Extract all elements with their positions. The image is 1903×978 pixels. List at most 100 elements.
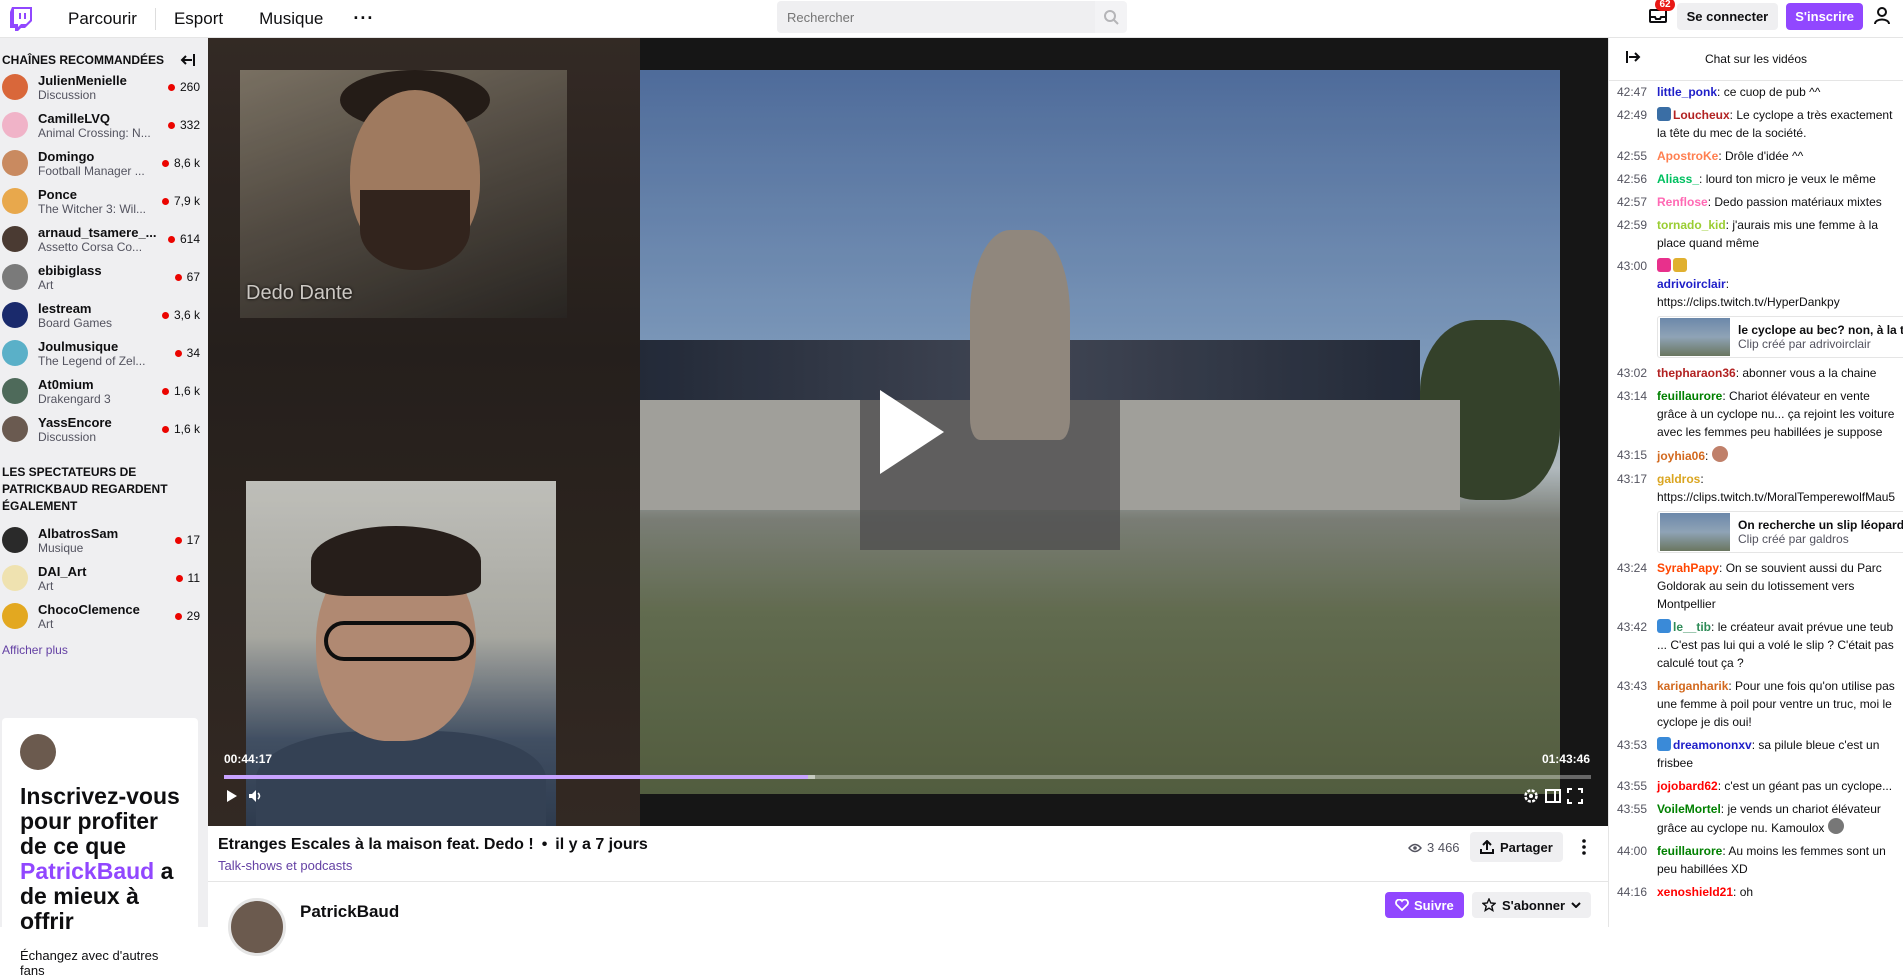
chat-timestamp: 43:02 bbox=[1617, 366, 1648, 380]
theatre-mode-icon[interactable] bbox=[1543, 786, 1563, 806]
chat-username[interactable]: thepharaon36 bbox=[1657, 366, 1736, 380]
fullscreen-icon[interactable] bbox=[1565, 786, 1585, 806]
chat-badge-icon bbox=[1673, 258, 1687, 272]
chat-username[interactable]: SyrahPapy bbox=[1657, 561, 1719, 575]
sidebar-channel[interactable]: Domingo Football Manager ... 8,6 k bbox=[0, 144, 208, 182]
channel-avatar bbox=[2, 340, 28, 366]
video-title: Etranges Escales à la maison feat. Dedo … bbox=[218, 836, 648, 853]
chat-username[interactable]: tornado_kid bbox=[1657, 218, 1726, 232]
top-nav: Parcourir Esport Musique ··· 62 Se conne… bbox=[0, 0, 1903, 38]
show-more-link[interactable]: Afficher plus bbox=[0, 635, 208, 665]
chat-message: 42:56 Aliass_: lourd ton micro je veux l… bbox=[1617, 172, 1876, 186]
channel-name: Domingo bbox=[38, 148, 95, 164]
sidebar-channel[interactable]: AlbatrosSam Musique 17 bbox=[0, 521, 208, 559]
channel-avatar bbox=[2, 74, 28, 100]
channel-name: ebibiglass bbox=[38, 262, 102, 278]
sidebar-channel[interactable]: ChocoClemence Art 29 bbox=[0, 597, 208, 635]
expand-chat-icon[interactable] bbox=[1625, 50, 1641, 64]
chat-username[interactable]: xenoshield21 bbox=[1657, 885, 1733, 899]
user-menu-icon[interactable] bbox=[1871, 5, 1893, 27]
chat-username[interactable]: Renflose bbox=[1657, 195, 1708, 209]
chat-message: 43:55 VoileMortel: je vends un chariot é… bbox=[1617, 802, 1881, 835]
chat-username[interactable]: VoileMortel bbox=[1657, 802, 1721, 816]
chat-timestamp: 43:55 bbox=[1617, 802, 1648, 816]
chat-text: Drôle d'idée ^^ bbox=[1725, 149, 1804, 163]
chat-message: 43:43 kariganharik: Pour une fois qu'on … bbox=[1617, 679, 1895, 729]
login-button[interactable]: Se connecter bbox=[1676, 2, 1779, 30]
channel-category: Board Games bbox=[38, 315, 113, 330]
chat-message: 43:17 galdros: https://clips.twitch.tv/M… bbox=[1617, 472, 1896, 504]
nav-esports[interactable]: Esport bbox=[156, 9, 241, 29]
chat-timestamp: 43:15 bbox=[1617, 448, 1648, 462]
volume-icon[interactable] bbox=[246, 786, 266, 806]
chat-username[interactable]: feuillaurore bbox=[1657, 389, 1722, 403]
more-options-icon[interactable] bbox=[1574, 836, 1594, 858]
chat-username[interactable]: galdros bbox=[1657, 472, 1700, 486]
channel-avatar[interactable] bbox=[228, 898, 286, 956]
chat-username[interactable]: kariganharik bbox=[1657, 679, 1728, 693]
channel-name: CamilleLVQ bbox=[38, 110, 111, 126]
channel-name: JulienMenielle bbox=[38, 72, 127, 88]
chat-timestamp: 42:57 bbox=[1617, 195, 1648, 209]
clip-card[interactable]: On recherche un slip léopard Clip créé pa… bbox=[1657, 511, 1903, 553]
subscribe-button[interactable]: S'abonner bbox=[1472, 892, 1592, 918]
sidebar-channel[interactable]: DAI_Art Art 11 bbox=[0, 559, 208, 597]
chat-timestamp: 42:56 bbox=[1617, 172, 1648, 186]
signup-button[interactable]: S'inscrire bbox=[1786, 2, 1863, 30]
channel-category: Discussion bbox=[38, 429, 97, 444]
seek-bar[interactable] bbox=[224, 775, 1591, 779]
sidebar-channel[interactable]: JulienMenielle Discussion 260 bbox=[0, 68, 208, 106]
chat-header: Chat sur les vidéos bbox=[1609, 38, 1903, 81]
also-watching-channels: AlbatrosSam Musique 17 DAI_Art Art 11 Ch… bbox=[0, 521, 208, 635]
chat-timestamp: 43:53 bbox=[1617, 738, 1648, 752]
inbox-button[interactable]: 62 bbox=[1647, 0, 1675, 27]
channel-category: Art bbox=[38, 277, 54, 292]
chat-username[interactable]: little_ponk bbox=[1657, 85, 1717, 99]
channel-name[interactable]: PatrickBaud bbox=[300, 902, 399, 922]
search-button[interactable] bbox=[1095, 1, 1127, 33]
recommended-channels: JulienMenielle Discussion 260 CamilleLVQ… bbox=[0, 68, 208, 448]
chat-username[interactable]: le__tib bbox=[1673, 620, 1711, 634]
nav-browse[interactable]: Parcourir bbox=[50, 9, 155, 29]
chat-username[interactable]: Loucheux bbox=[1673, 108, 1730, 122]
chat-message: 43:42 le__tib: le créateur avait prévue … bbox=[1617, 619, 1894, 670]
nav-music[interactable]: Musique bbox=[241, 9, 341, 29]
settings-gear-icon[interactable] bbox=[1521, 786, 1541, 806]
viewer-count: 1,6 k bbox=[161, 384, 200, 398]
play-icon[interactable] bbox=[222, 786, 242, 806]
sidebar-channel[interactable]: arnaud_tsamere_... Assetto Corsa Co... 6… bbox=[0, 220, 208, 258]
video-player[interactable]: Dedo Dante 00:44:17 01:43:46 bbox=[208, 38, 1608, 826]
sidebar-channel[interactable]: ebibiglass Art 67 bbox=[0, 258, 208, 296]
video-age: il y a 7 jours bbox=[555, 836, 648, 853]
collapse-sidebar-icon[interactable] bbox=[180, 53, 196, 67]
more-menu-icon[interactable]: ··· bbox=[341, 8, 386, 29]
big-play-icon[interactable] bbox=[880, 390, 944, 474]
chat-badge-icon bbox=[1657, 619, 1671, 633]
chat-message: 42:49 Loucheux: Le cyclope a très exacte… bbox=[1617, 107, 1893, 140]
current-time: 00:44:17 bbox=[224, 752, 273, 766]
share-button[interactable]: Partager bbox=[1470, 832, 1563, 862]
sidebar-channel[interactable]: Joulmusique The Legend of Zel... 34 bbox=[0, 334, 208, 372]
chat-username[interactable]: feuillaurore bbox=[1657, 844, 1722, 858]
chat-text: oh bbox=[1739, 885, 1754, 899]
sidebar-channel[interactable]: Ponce The Witcher 3: Wil... 7,9 k bbox=[0, 182, 208, 220]
chat-emote-icon bbox=[1827, 818, 1844, 834]
chat-message: 43:02 thepharaon36: abonner vous a la ch… bbox=[1617, 366, 1877, 380]
chat-username[interactable]: adrivoirclair bbox=[1657, 277, 1726, 291]
chat-username[interactable]: ApostroKe bbox=[1657, 149, 1718, 163]
chat-username[interactable]: joyhia06 bbox=[1657, 449, 1705, 463]
clip-card[interactable]: le cyclope au bec? non, à la t Clip créé … bbox=[1657, 316, 1903, 358]
sidebar-channel[interactable]: CamilleLVQ Animal Crossing: N... 332 bbox=[0, 106, 208, 144]
chat-username[interactable]: dreamononxv bbox=[1673, 738, 1752, 752]
sidebar-channel[interactable]: At0mium Drakengard 3 1,6 k bbox=[0, 372, 208, 410]
chat-text: Dedo passion matériaux mixtes bbox=[1714, 195, 1882, 209]
chat-timestamp: 43:24 bbox=[1617, 561, 1648, 575]
video-category-link[interactable]: Talk-shows et podcasts bbox=[218, 858, 352, 873]
sidebar-channel[interactable]: lestream Board Games 3,6 k bbox=[0, 296, 208, 334]
sidebar-channel[interactable]: YassEncore Discussion 1,6 k bbox=[0, 410, 208, 448]
follow-button[interactable]: Suivre bbox=[1385, 892, 1464, 918]
twitch-logo-icon[interactable] bbox=[6, 5, 36, 33]
search-input[interactable] bbox=[777, 1, 1095, 33]
chat-username[interactable]: Aliass_ bbox=[1657, 172, 1699, 186]
chat-username[interactable]: jojobard62 bbox=[1657, 779, 1718, 793]
